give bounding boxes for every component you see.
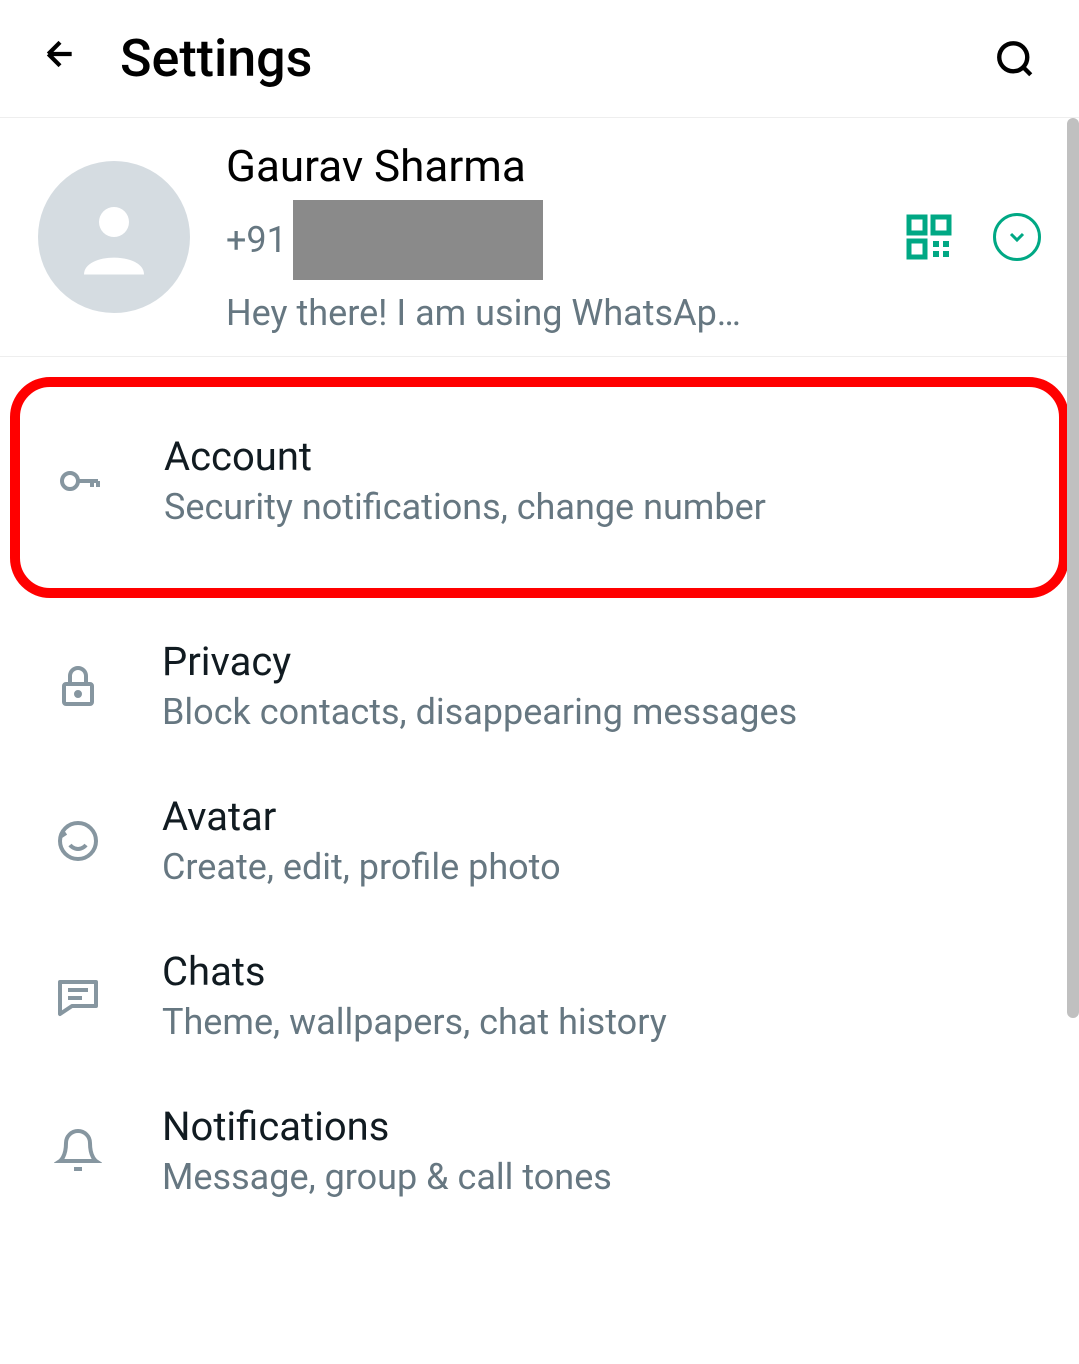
setting-title: Notifications (162, 1103, 1041, 1150)
setting-subtitle: Block contacts, disappearing messages (162, 691, 1041, 733)
profile-name: Gaurav Sharma (226, 140, 885, 192)
setting-avatar[interactable]: Avatar Create, edit, profile photo (10, 763, 1069, 918)
setting-title: Account (164, 433, 1039, 480)
setting-title: Privacy (162, 638, 1041, 685)
profile-status: Hey there! I am using WhatsAp… (226, 292, 885, 334)
key-icon (56, 457, 104, 505)
profile-section[interactable]: Gaurav Sharma +91 Hey there! I am using … (0, 118, 1079, 357)
page-title: Settings (120, 28, 991, 89)
bell-icon (54, 1127, 102, 1175)
setting-text: Avatar Create, edit, profile photo (162, 793, 1041, 888)
dropdown-button[interactable] (993, 213, 1041, 261)
setting-subtitle: Security notifications, change number (164, 486, 1039, 528)
setting-privacy[interactable]: Privacy Block contacts, disappearing mes… (10, 608, 1069, 763)
settings-list: Account Security notifications, change n… (0, 357, 1079, 1248)
scrollbar[interactable] (1067, 118, 1079, 1018)
setting-chats[interactable]: Chats Theme, wallpapers, chat history (10, 918, 1069, 1073)
avatar-icon (38, 161, 190, 313)
setting-text: Account Security notifications, change n… (164, 433, 1039, 528)
setting-text: Notifications Message, group & call tone… (162, 1103, 1041, 1198)
profile-info: Gaurav Sharma +91 Hey there! I am using … (226, 140, 885, 334)
qr-code-button[interactable] (905, 213, 953, 261)
search-button[interactable] (991, 35, 1039, 83)
setting-text: Privacy Block contacts, disappearing mes… (162, 638, 1041, 733)
chat-icon (54, 972, 102, 1020)
setting-title: Avatar (162, 793, 1041, 840)
setting-subtitle: Create, edit, profile photo (162, 846, 1041, 888)
setting-notifications[interactable]: Notifications Message, group & call tone… (10, 1073, 1069, 1228)
setting-subtitle: Theme, wallpapers, chat history (162, 1001, 1041, 1043)
lock-icon (54, 662, 102, 710)
header: Settings (0, 0, 1079, 118)
setting-account[interactable]: Account Security notifications, change n… (10, 377, 1069, 598)
profile-phone: +91 (226, 200, 885, 280)
phone-redacted-block (293, 200, 543, 280)
setting-subtitle: Message, group & call tones (162, 1156, 1041, 1198)
phone-prefix: +91 (226, 219, 287, 261)
setting-text: Chats Theme, wallpapers, chat history (162, 948, 1041, 1043)
back-button[interactable] (40, 34, 80, 84)
profile-actions (905, 213, 1041, 261)
setting-title: Chats (162, 948, 1041, 995)
avatar-face-icon (54, 817, 102, 865)
